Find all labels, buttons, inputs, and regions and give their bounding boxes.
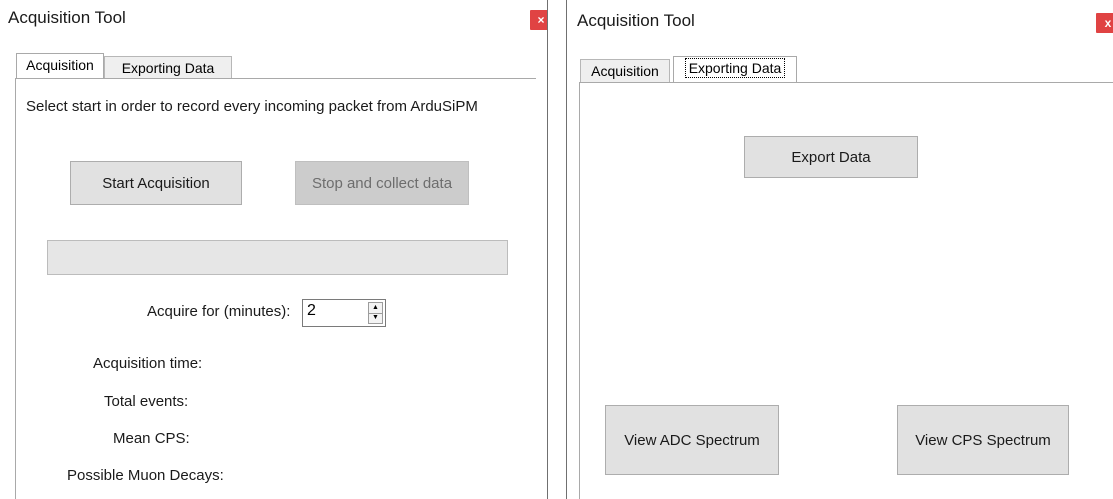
acquisition-tab-panel bbox=[15, 78, 536, 499]
possible-muon-decays-label: Possible Muon Decays: bbox=[67, 467, 224, 484]
close-icon[interactable]: x bbox=[1096, 13, 1113, 33]
window-title: Acquisition Tool bbox=[8, 8, 126, 27]
title-bar: Acquisition Tool × bbox=[0, 0, 547, 34]
start-acquisition-button[interactable]: Start Acquisition bbox=[70, 161, 242, 205]
stepper-down-arrow-icon[interactable]: ▼ bbox=[369, 313, 382, 323]
acquisition-time-label: Acquisition time: bbox=[93, 355, 203, 372]
tab-acquisition[interactable]: Acquisition bbox=[580, 59, 670, 83]
acquisition-tool-window-left: Acquisition Tool × Acquisition Exporting… bbox=[0, 0, 548, 499]
acquire-for-label: Acquire for (minutes): bbox=[147, 303, 291, 320]
acquire-minutes-stepper[interactable]: 2 ▲ ▼ bbox=[302, 299, 386, 327]
tab-exporting-data[interactable]: Exporting Data bbox=[104, 56, 232, 79]
title-bar: Acquisition Tool x bbox=[567, 0, 1113, 34]
tab-exporting-data[interactable]: Exporting Data bbox=[673, 56, 797, 83]
mean-cps-label: Mean CPS: bbox=[113, 430, 190, 447]
acquire-minutes-value[interactable]: 2 bbox=[307, 302, 316, 320]
acquisition-tool-window-right: Acquisition Tool x Acquisition Exporting… bbox=[566, 0, 1113, 499]
export-data-button[interactable]: Export Data bbox=[744, 136, 918, 178]
instruction-text: Select start in order to record every in… bbox=[26, 98, 478, 115]
tab-label-focused: Exporting Data bbox=[684, 58, 786, 78]
tab-acquisition[interactable]: Acquisition bbox=[16, 53, 104, 79]
stop-and-collect-data-button: Stop and collect data bbox=[295, 161, 469, 205]
total-events-label: Total events: bbox=[104, 393, 189, 410]
stepper-buttons: ▲ ▼ bbox=[368, 302, 383, 324]
view-cps-spectrum-button[interactable]: View CPS Spectrum bbox=[897, 405, 1069, 475]
acquisition-progress-bar bbox=[47, 240, 508, 275]
window-title: Acquisition Tool bbox=[577, 11, 695, 30]
close-icon[interactable]: × bbox=[530, 10, 547, 30]
view-adc-spectrum-button[interactable]: View ADC Spectrum bbox=[605, 405, 779, 475]
